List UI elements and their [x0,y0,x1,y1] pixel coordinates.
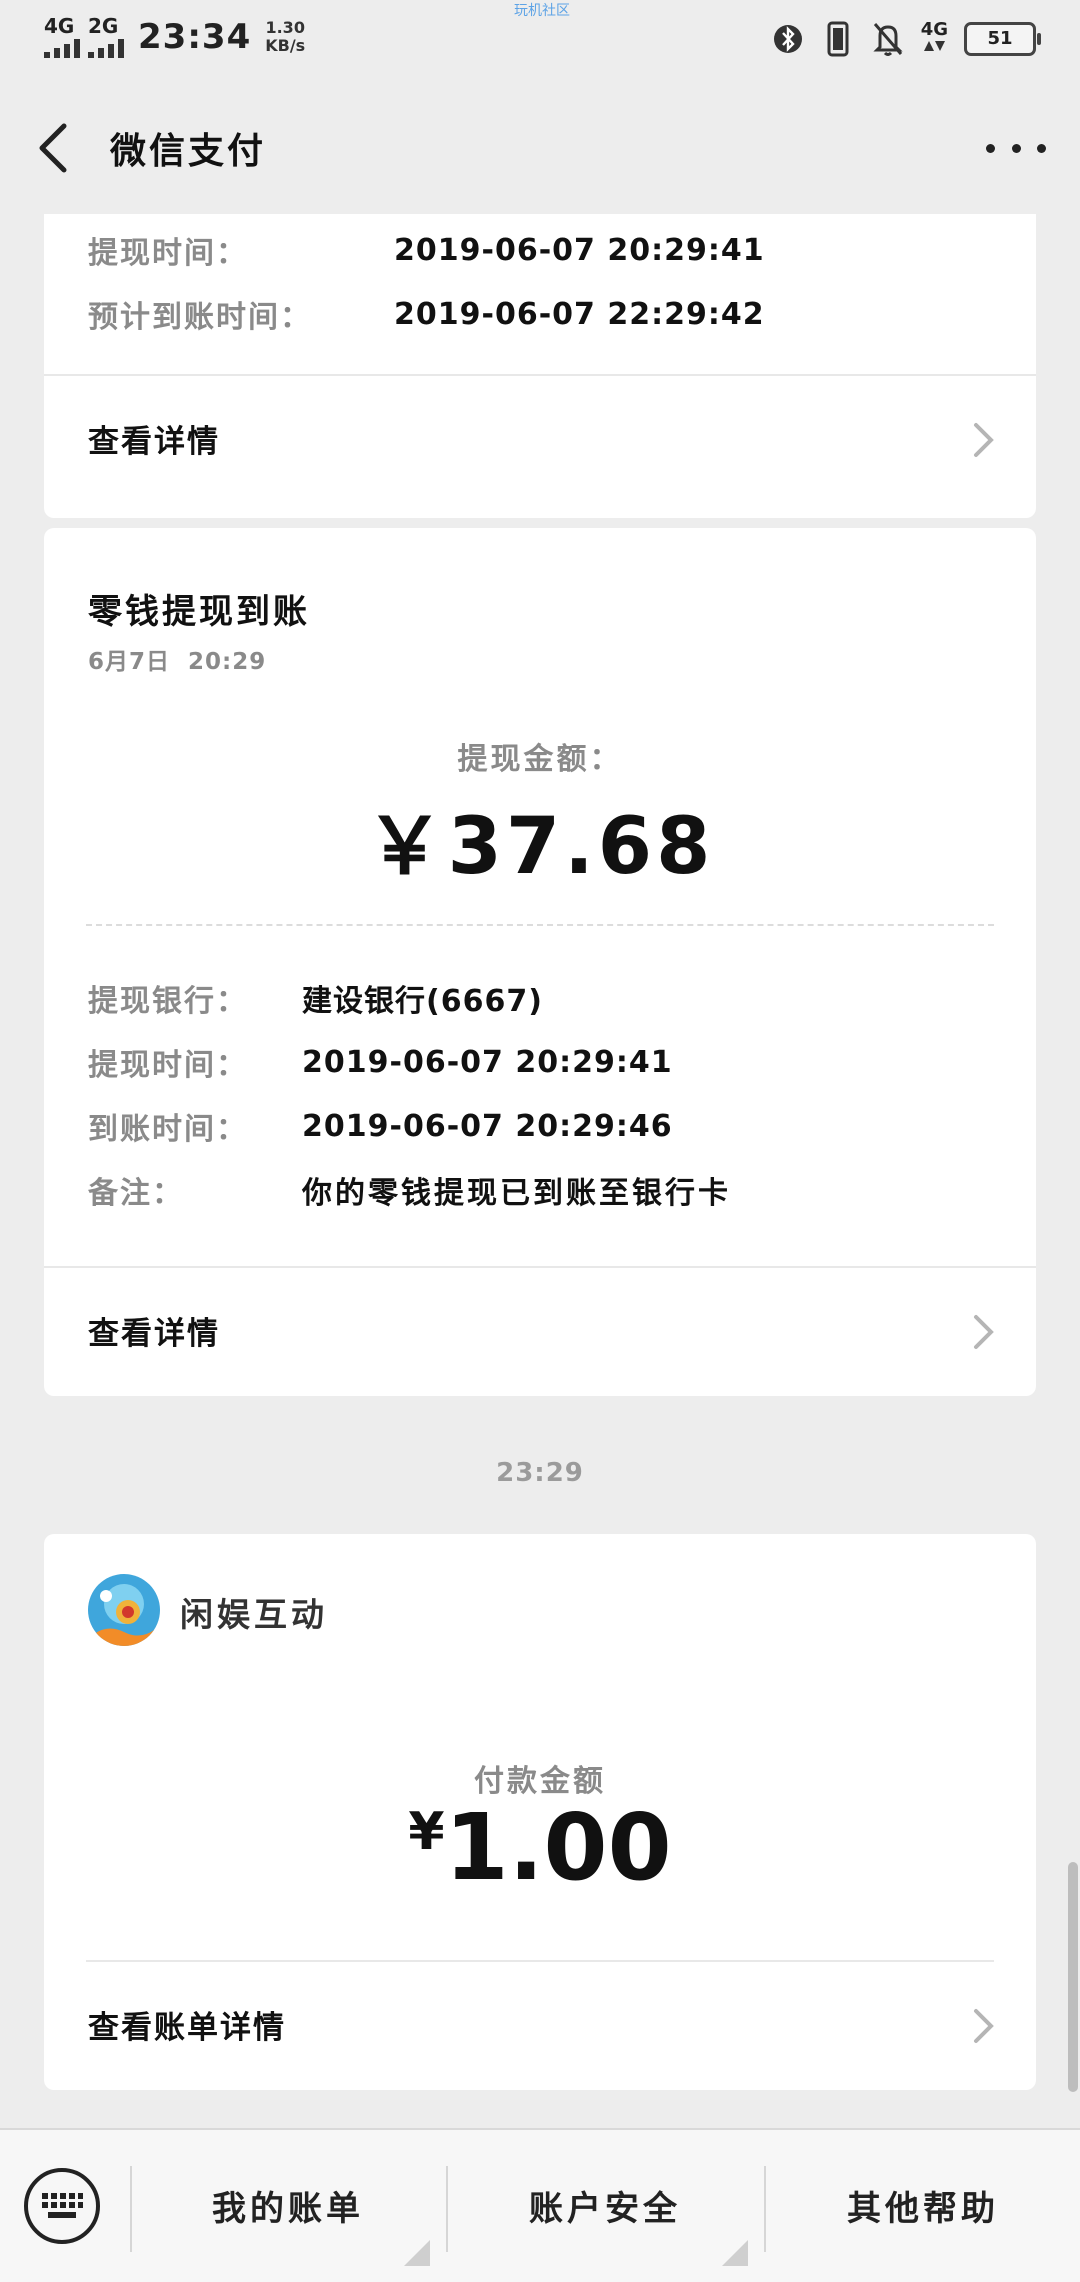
info-label: 到账时间： [88,1112,248,1147]
keyboard-icon [42,2193,83,2218]
info-value: 2019-06-07 20:29:41 [302,1044,673,1080]
amount-label: 提现金额： [457,742,623,777]
info-label: 预计到账时间： [88,300,312,335]
bluetooth-icon [771,20,805,58]
menu-account-security[interactable]: 账户安全 [448,2130,762,2280]
network-label-1: 4G [44,14,75,38]
info-value: 2019-06-07 20:29:41 [394,232,765,268]
info-value: 2019-06-07 22:29:42 [394,296,765,332]
signal-4g: 4G [44,16,80,58]
signal-2g: 2G [88,16,124,58]
status-time: 23:34 [138,17,252,57]
info-row: 到账时间： 2019-06-07 20:29:46 [88,1104,673,1148]
dashed-divider [86,924,994,926]
info-label: 提现银行： [88,984,248,1019]
status-right: 4G 51 [771,20,1041,58]
chevron-right-icon [974,2009,994,2043]
menu-my-bills[interactable]: 我的账单 [132,2130,444,2280]
nav-bar: 微信支付 [0,82,1080,214]
withdraw-card-partial: 提现时间： 2019-06-07 20:29:41 预计到账时间： 2019-0… [44,214,1036,518]
merchant-logo-icon [88,1574,160,1646]
menu-other-help[interactable]: 其他帮助 [766,2130,1080,2280]
card-date: 6月7日 20:29 [88,649,267,675]
chevron-right-icon [974,423,994,457]
more-icon [986,143,995,153]
view-details-link[interactable]: 查看详情 [44,1268,1036,1396]
speed-unit: KB/s [265,36,306,55]
info-row: 预计到账时间： 2019-06-07 22:29:42 [88,292,765,336]
keyboard-toggle-button[interactable] [24,2168,100,2244]
menu-label: 我的账单 [212,2188,364,2229]
chevron-right-icon [974,1315,994,1349]
more-button[interactable] [986,128,1046,168]
more-icon-dot [1011,143,1021,153]
amount-group: ¥1.00 [44,1794,1036,1901]
amount-value: ￥37.68 [365,802,715,892]
more-icon-dot [1037,143,1046,153]
status-bar: 4G 2G 23:34 1.30 KB/s 玩机社区 4G 51 [0,0,1080,82]
network-right: 4G [921,21,948,57]
info-value: 建设银行(6667) [302,984,543,1019]
view-details-link[interactable]: 查看详情 [44,376,1036,504]
network-speed: 1.30 KB/s [265,19,305,55]
time-separator: 23:29 [496,1458,584,1488]
submenu-indicator-icon [722,2240,748,2266]
scrollbar[interactable] [1068,1862,1078,2092]
message-list[interactable]: 提现时间： 2019-06-07 20:29:41 预计到账时间： 2019-0… [0,214,1080,2126]
back-arrow-icon [39,123,67,173]
speed-value: 1.30 [265,18,305,37]
info-label: 提现时间： [88,1048,248,1083]
bottom-menu-bar: 我的账单 账户安全 其他帮助 [0,2128,1080,2282]
network-label-2: 2G [88,14,119,38]
network-label-right: 4G [920,19,948,40]
card-title: 零钱提现到账 [88,592,310,632]
vibrate-icon [821,20,855,58]
battery-icon: 51 [964,22,1041,56]
watermark: 玩机社区 [514,3,570,19]
info-value: 2019-06-07 20:29:46 [302,1108,673,1144]
merchant-avatar [88,1574,160,1646]
merchant-name: 闲娱互动 [180,1595,328,1634]
mute-bell-icon [871,20,905,58]
currency-symbol: ¥ [408,1802,445,1862]
status-left: 4G 2G 23:34 1.30 KB/s [44,16,305,58]
info-row: 备注： 你的零钱提现已到账至银行卡 [88,1168,731,1212]
menu-label: 账户安全 [529,2188,681,2229]
view-bill-details-link[interactable]: 查看账单详情 [44,1962,1036,2090]
amount-value: 1.00 [444,1794,672,1901]
data-arrows-icon [924,41,946,51]
info-value: 你的零钱提现已到账至银行卡 [302,1176,731,1211]
payment-card[interactable]: 闲娱互动 付款金额 ¥1.00 查看账单详情 [44,1534,1036,2090]
info-label: 备注： [88,1176,184,1211]
view-details-label: 查看详情 [88,424,220,460]
info-label: 提现时间： [88,236,248,271]
menu-label: 其他帮助 [847,2188,999,2229]
info-row: 提现时间： 2019-06-07 20:29:41 [88,1040,673,1084]
submenu-indicator-icon [404,2240,430,2266]
page-title: 微信支付 [110,131,267,172]
signal-bars-icon [44,38,80,58]
view-bill-details-label: 查看账单详情 [88,2010,286,2046]
signal-bars-icon [88,38,124,58]
info-row: 提现时间： 2019-06-07 20:29:41 [88,228,765,272]
back-button[interactable] [34,120,74,176]
info-row: 提现银行： 建设银行(6667) [88,976,543,1020]
view-details-label: 查看详情 [88,1316,220,1352]
withdraw-arrived-card: 零钱提现到账 6月7日 20:29 提现金额： ￥37.68 提现银行： 建设银… [44,528,1036,1396]
